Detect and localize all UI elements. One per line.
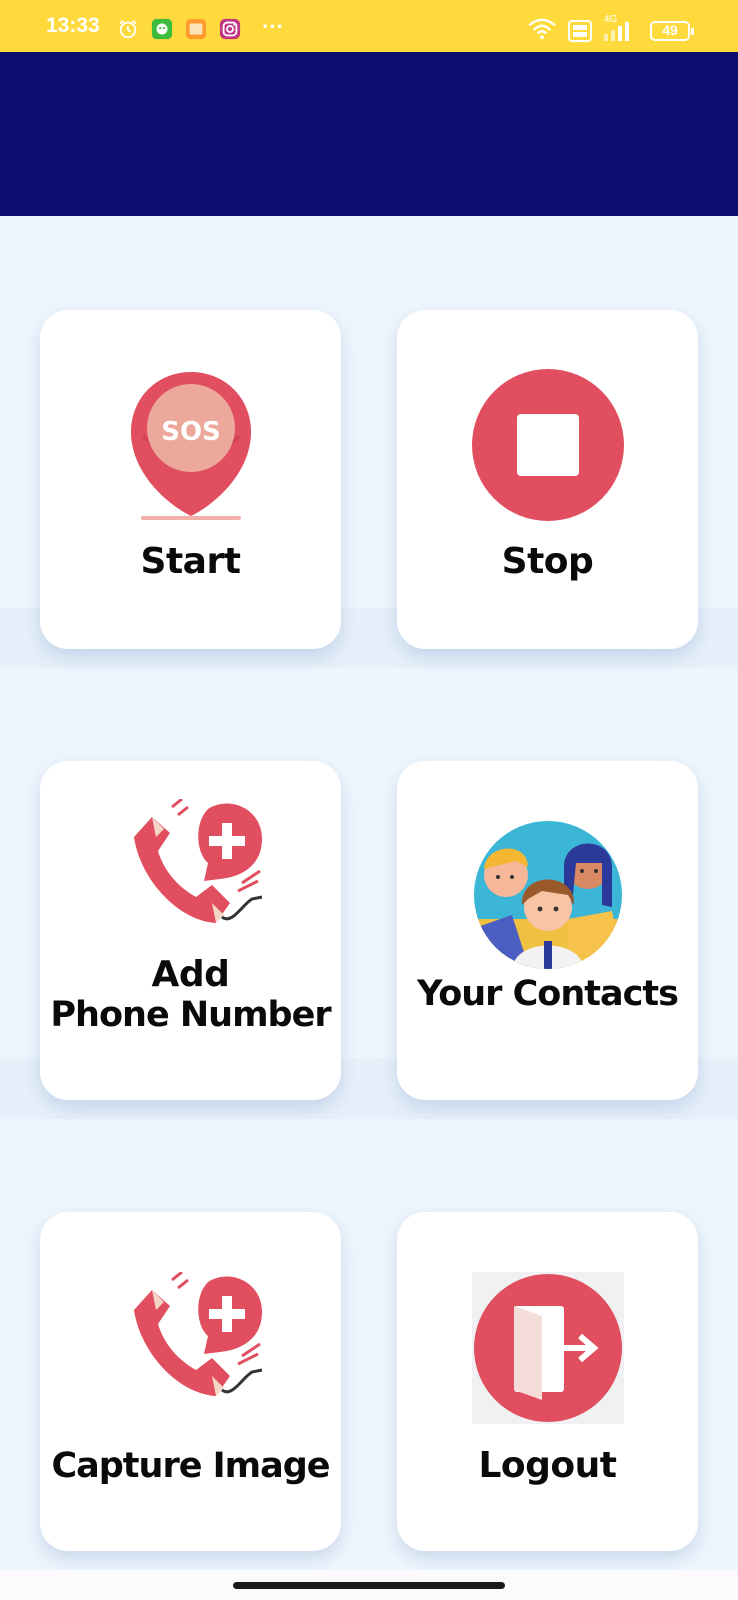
instagram-icon	[219, 18, 241, 40]
start-label: Start	[140, 541, 241, 582]
wifi-icon	[528, 18, 556, 40]
battery-level: 49	[662, 22, 678, 38]
capture-image-card[interactable]: Capture Image	[40, 1212, 341, 1551]
contacts-label: Your Contacts	[417, 974, 679, 1014]
sos-text: SOS	[161, 417, 221, 447]
signal-icon	[604, 22, 629, 41]
add-phone-card[interactable]: Add Phone Number	[40, 761, 341, 1100]
logout-card[interactable]: Logout	[397, 1212, 698, 1551]
sos-location-pin-icon: SOS	[131, 372, 251, 520]
stop-icon	[472, 369, 624, 521]
stop-label: Stop	[501, 541, 594, 582]
capture-image-label: Capture Image	[51, 1446, 330, 1486]
logout-label: Logout	[478, 1445, 617, 1486]
contacts-card[interactable]: Your Contacts	[397, 761, 698, 1100]
add-phone-label-line2: Phone Number	[50, 995, 331, 1035]
status-bar: 13:33 ··· 4G 49	[0, 0, 738, 52]
alarm-icon	[119, 20, 137, 39]
logout-door-icon	[472, 1272, 624, 1424]
volte-icon	[568, 20, 592, 42]
stop-card[interactable]: Stop	[397, 310, 698, 649]
overflow-dots: ···	[262, 14, 284, 39]
phone-plus-icon	[134, 1272, 263, 1396]
app-header	[0, 52, 738, 216]
status-time: 13:33	[46, 14, 100, 37]
home-indicator[interactable]	[233, 1582, 505, 1589]
battery-icon: 49	[650, 21, 694, 41]
add-phone-label-line1: Add	[151, 954, 230, 995]
gallery-icon	[185, 18, 207, 40]
contacts-group-icon	[474, 821, 622, 969]
start-card[interactable]: SOS Start	[40, 310, 341, 649]
phone-plus-icon	[134, 799, 263, 923]
app-notification-icon	[151, 18, 173, 40]
